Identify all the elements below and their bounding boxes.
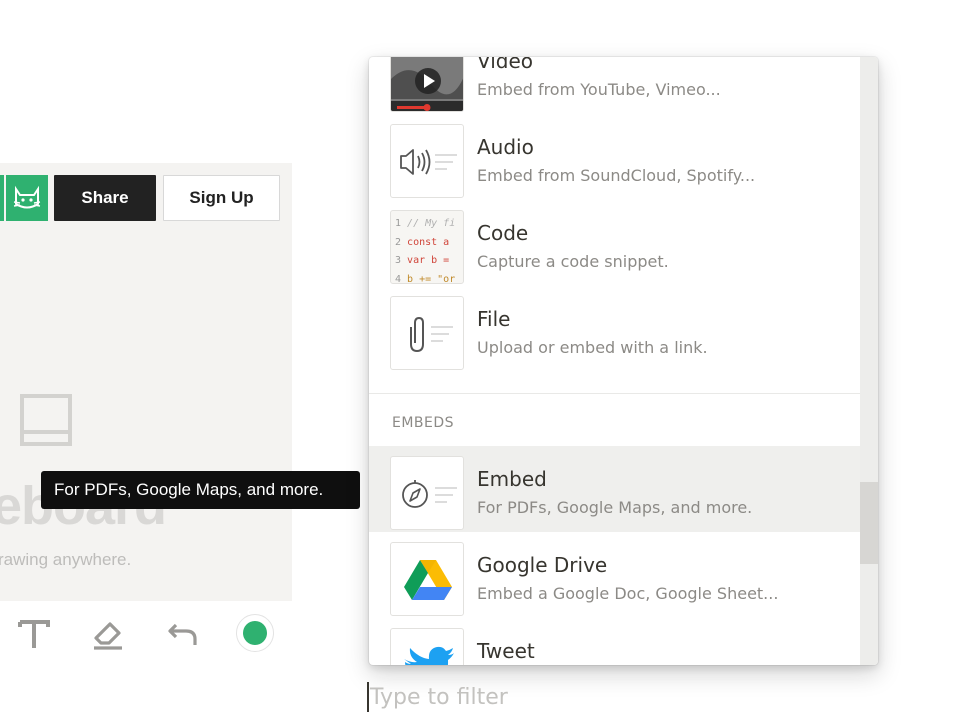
twitter-icon: [390, 628, 464, 665]
menu-item-desc: Embed a Google Doc, Google Sheet...: [477, 584, 779, 603]
code-preview: 1 // My fi 2 const a 3 var b = 4 b += "o…: [395, 218, 456, 284]
page: Share Sign Up eboard rawing anywhere.: [0, 0, 960, 722]
menu-item-code[interactable]: 1 // My fi 2 const a 3 var b = 4 b += "o…: [369, 200, 860, 286]
menu-scrollbar-thumb[interactable]: [860, 482, 878, 564]
undo-icon[interactable]: [165, 616, 201, 652]
share-button[interactable]: Share: [54, 175, 156, 221]
menu-item-file[interactable]: File Upload or embed with a link.: [369, 286, 860, 372]
google-drive-icon: [390, 542, 464, 616]
menu-item-title: File: [477, 307, 511, 331]
menu-item-tweet[interactable]: Tweet: [369, 618, 860, 665]
menu-item-desc: Embed from YouTube, Vimeo...: [477, 80, 721, 99]
whiteboard-subtitle: rawing anywhere.: [0, 550, 132, 569]
cat-avatar-icon[interactable]: [6, 175, 48, 221]
compass-icon: [390, 456, 464, 530]
color-picker-button[interactable]: [236, 614, 274, 652]
sign-up-button[interactable]: Sign Up: [163, 175, 280, 221]
block-menu-list: Video Embed from YouTube, Vimeo... Audio…: [369, 57, 860, 665]
whiteboard-preview: Share Sign Up eboard rawing anywhere.: [0, 163, 292, 601]
menu-item-desc: Embed from SoundCloud, Spotify...: [477, 166, 756, 185]
green-color-swatch: [243, 621, 267, 645]
menu-item-desc: For PDFs, Google Maps, and more.: [477, 498, 753, 517]
menu-item-video[interactable]: Video Embed from YouTube, Vimeo...: [369, 57, 860, 114]
menu-item-title: Google Drive: [477, 553, 608, 577]
tooltip: For PDFs, Google Maps, and more.: [41, 471, 360, 509]
board-icon: [20, 394, 72, 451]
paperclip-icon: [390, 296, 464, 370]
menu-item-audio[interactable]: Audio Embed from SoundCloud, Spotify...: [369, 114, 860, 200]
filter-input[interactable]: Type to filter: [367, 682, 667, 712]
menu-item-desc: Upload or embed with a link.: [477, 338, 708, 357]
avatar-edge: [0, 175, 4, 221]
code-line: const a: [407, 236, 450, 248]
filter-placeholder: Type to filter: [370, 684, 508, 710]
text-caret: [367, 682, 369, 712]
menu-item-title: Tweet: [477, 639, 535, 663]
section-label-embeds: EMBEDS: [392, 415, 455, 431]
menu-item-desc: Capture a code snippet.: [477, 252, 669, 271]
code-line: b += "or: [407, 273, 456, 284]
code-line: // My fi: [407, 218, 456, 229]
section-divider: [369, 393, 860, 394]
code-thumbnail: 1 // My fi 2 const a 3 var b = 4 b += "o…: [390, 210, 464, 284]
menu-item-google-drive[interactable]: Google Drive Embed a Google Doc, Google …: [369, 532, 860, 618]
eraser-icon[interactable]: [90, 616, 126, 652]
code-line: var b =: [407, 255, 450, 266]
audio-icon: [390, 124, 464, 198]
menu-item-embed[interactable]: Embed For PDFs, Google Maps, and more.: [369, 446, 860, 532]
video-thumbnail: [390, 57, 464, 112]
menu-scrollbar[interactable]: [860, 57, 878, 665]
menu-item-title: Audio: [477, 135, 534, 159]
menu-item-title: Code: [477, 221, 529, 245]
block-menu: Video Embed from YouTube, Vimeo... Audio…: [369, 57, 878, 665]
menu-item-title: Embed: [477, 467, 547, 491]
menu-item-title: Video: [477, 57, 534, 73]
text-tool-icon[interactable]: [16, 616, 52, 652]
